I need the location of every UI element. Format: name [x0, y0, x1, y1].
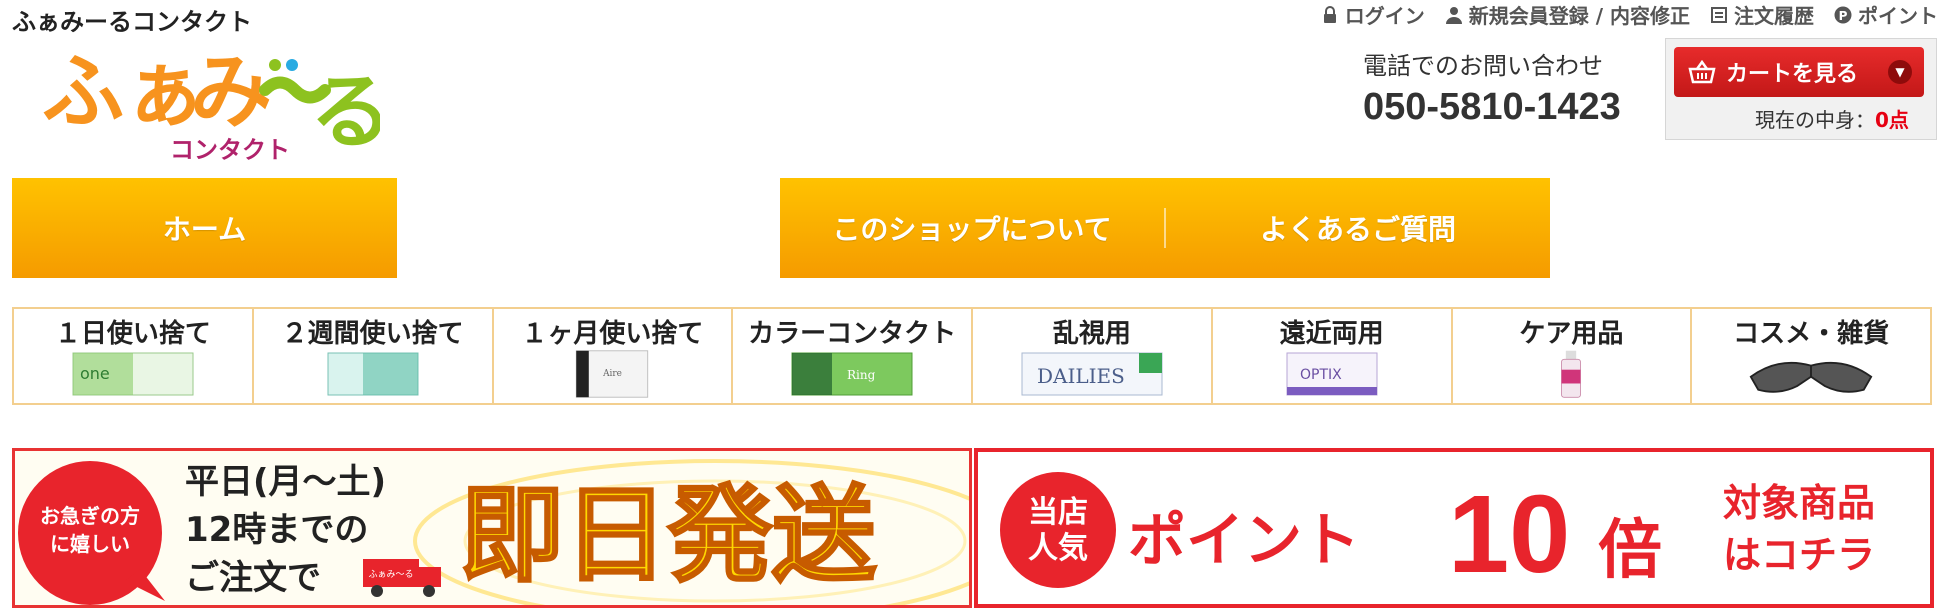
dailies-box-icon: DAILIES	[1021, 352, 1163, 396]
category-label: １ヶ月使い捨て	[521, 319, 704, 349]
svg-text:DAILIES: DAILIES	[1037, 364, 1125, 388]
logo-text-1: ふぁ	[42, 45, 206, 140]
point-headline: ポイント	[1128, 506, 1360, 574]
login-link[interactable]: ログイン	[1321, 0, 1425, 29]
same-day-line2: 12時までの	[185, 510, 368, 550]
cart-status: 現在の中身：0点	[1755, 104, 1909, 133]
svg-text:OPTIX: OPTIX	[1300, 367, 1342, 383]
category-label: １日使い捨て	[54, 319, 211, 349]
point-label: ポイント	[1858, 4, 1938, 28]
tel-label: 電話でのお問い合わせ	[1363, 52, 1603, 80]
svg-text:Aire: Aire	[602, 369, 622, 379]
category-label: ２週間使い捨て	[281, 319, 464, 349]
same-day-banner-graphic: お急ぎの方 に嬉しい 平日(月〜土) 12時までの ご注文で ふぁみ〜る 即日発…	[15, 451, 969, 605]
category-label: コスメ・雑貨	[1733, 319, 1890, 349]
twoweek-lens-box-icon	[327, 352, 419, 396]
svg-text:P: P	[1839, 9, 1848, 23]
chevron-down-icon: ▼	[1888, 60, 1912, 84]
nav-faq[interactable]: よくあるご質問	[1166, 178, 1550, 278]
same-day-headline: 即日発送	[460, 474, 876, 596]
logo-dot-2	[286, 59, 298, 71]
category-bar: １日使い捨て one ２週間使い捨て １ヶ月使い捨て Aire カラーコンタクト…	[12, 307, 1932, 405]
nav-home[interactable]: ホーム	[12, 178, 397, 278]
glasses-icon	[1749, 361, 1873, 393]
point-ten-times-banner[interactable]: 当店 人気 ポイント 10 倍 対象商品 はコチラ	[974, 448, 1934, 608]
nav-group: このショップについて よくあるご質問	[780, 178, 1550, 278]
basket-icon	[1688, 60, 1716, 84]
document-icon	[1711, 6, 1727, 23]
point-link[interactable]: P ポイント	[1834, 0, 1938, 29]
same-day-line1: 平日(月〜土)	[185, 462, 386, 502]
lock-icon	[1323, 5, 1336, 23]
point-side-line2: はコチラ	[1723, 533, 1875, 577]
nav-about[interactable]: このショップについて	[780, 178, 1164, 278]
popular-badge-line2: 人気	[1028, 531, 1088, 566]
category-color[interactable]: カラーコンタクト Ring	[733, 309, 973, 403]
badge-text-2: に嬉しい	[50, 532, 130, 556]
category-monthly[interactable]: １ヶ月使い捨て Aire	[494, 309, 734, 403]
truck-label: ふぁみ〜る	[368, 569, 413, 580]
same-day-shipping-banner[interactable]: お急ぎの方 に嬉しい 平日(月〜土) 12時までの ご注文で ふぁみ〜る 即日発…	[12, 448, 972, 608]
care-bottle-icon	[1561, 350, 1582, 398]
logo-dot-1	[269, 59, 281, 71]
cart-status-label: 現在の中身：	[1755, 108, 1875, 132]
category-astigmatism[interactable]: 乱視用 DAILIES	[973, 309, 1213, 403]
oneday-lens-box-icon: one	[72, 352, 194, 396]
point-number: 10	[1448, 473, 1570, 596]
register-link[interactable]: 新規会員登録 / 内容修正	[1445, 0, 1690, 29]
category-twoweek[interactable]: ２週間使い捨て	[254, 309, 494, 403]
svg-text:Ring: Ring	[847, 368, 876, 382]
point-suffix: 倍	[1598, 514, 1662, 588]
badge-text-1: お急ぎの方	[40, 504, 140, 528]
category-label: 遠近両用	[1279, 319, 1384, 349]
svg-text:one: one	[80, 364, 110, 383]
logo-sub-text: コンタクト	[170, 136, 290, 160]
category-oneday[interactable]: １日使い捨て one	[14, 309, 254, 403]
order-history-link[interactable]: 注文履歴	[1710, 0, 1814, 29]
logo-text-3: る	[310, 65, 380, 160]
popular-badge	[1000, 472, 1116, 588]
login-label: ログイン	[1344, 4, 1425, 28]
tel-number[interactable]: 050-5810-1423	[1363, 86, 1621, 129]
site-logo[interactable]: ふぁ み る コンタクト	[40, 30, 392, 164]
order-history-label: 注文履歴	[1734, 4, 1814, 28]
view-cart-label: カートを見る	[1726, 62, 1859, 87]
point-icon: P	[1834, 6, 1852, 23]
color-lens-box-icon: Ring	[791, 352, 913, 396]
header-links: ログイン 新規会員登録 / 内容修正 注文履歴 P ポイント	[1321, 0, 1938, 29]
point-banner-graphic: 当店 人気 ポイント 10 倍 対象商品 はコチラ	[1000, 472, 1875, 596]
register-label: 新規会員登録 / 内容修正	[1468, 4, 1690, 28]
monthly-lens-box-icon: Aire	[576, 350, 649, 398]
view-cart-button[interactable]: カートを見る ▼	[1674, 47, 1924, 97]
category-care[interactable]: ケア用品	[1453, 309, 1693, 403]
category-label: ケア用品	[1519, 319, 1624, 349]
category-label: 乱視用	[1052, 319, 1131, 349]
point-side-line1: 対象商品	[1723, 481, 1875, 525]
logo-graphic: ふぁ み る コンタクト	[42, 45, 392, 164]
same-day-line3: ご注文で	[185, 558, 321, 598]
cart-count: 0点	[1875, 108, 1909, 132]
user-icon	[1445, 6, 1462, 24]
popular-badge-line1: 当店	[1028, 495, 1088, 530]
category-label: カラーコンタクト	[748, 319, 957, 349]
category-cosmetics[interactable]: コスメ・雑貨	[1692, 309, 1930, 403]
category-multifocal[interactable]: 遠近両用 OPTIX	[1213, 309, 1453, 403]
optix-box-icon: OPTIX	[1286, 352, 1378, 396]
